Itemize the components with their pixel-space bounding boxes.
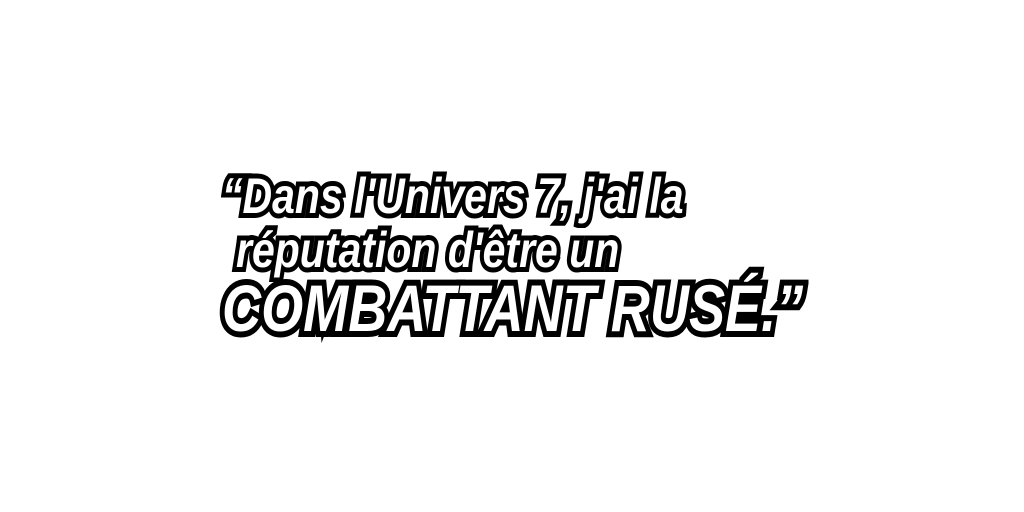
quote-text-block: “Dans l'Univers 7, j'ai la réputation d'… xyxy=(0,0,1024,512)
quote-line-2: réputation d'être un xyxy=(232,217,624,283)
quote-canvas: “Dans l'Univers 7, j'ai la réputation d'… xyxy=(0,0,1024,512)
quote-line-1: “Dans l'Univers 7, j'ai la xyxy=(218,163,688,229)
quote-line-3-emphasis: COMBATTANT RUSÉ.” xyxy=(217,266,808,350)
